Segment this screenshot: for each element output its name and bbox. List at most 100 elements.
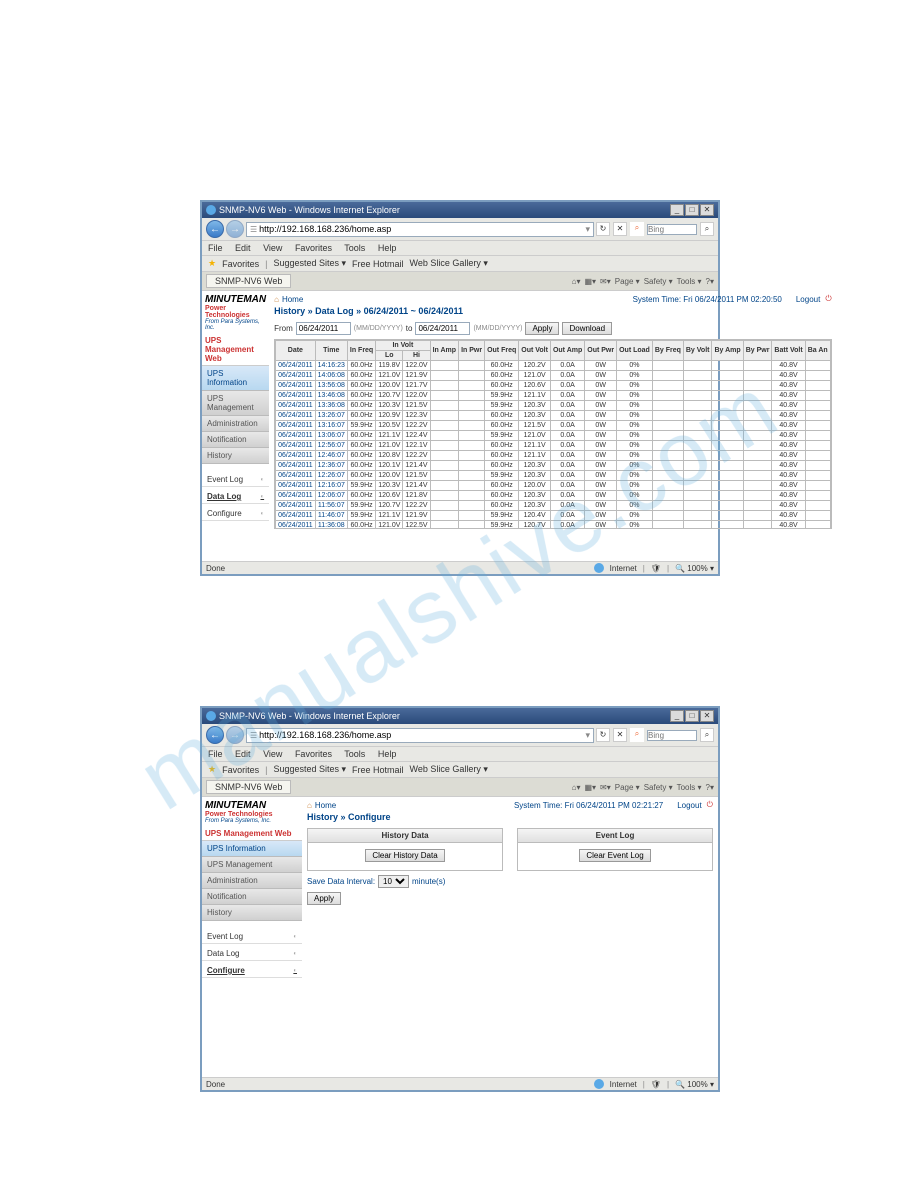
safety-menu[interactable]: Safety ▾ bbox=[644, 277, 673, 286]
nav-ups-information[interactable]: UPS Information bbox=[202, 841, 302, 857]
address-bar[interactable]: ☰ ▾ bbox=[246, 728, 594, 743]
stop-button[interactable]: ✕ bbox=[613, 728, 627, 742]
sidebar: MINUTEMAN Power Technologies From Para S… bbox=[202, 291, 269, 561]
subnav-configure[interactable]: Configure◐ bbox=[202, 504, 269, 521]
free-hotmail[interactable]: Free Hotmail bbox=[352, 765, 404, 775]
nav-ups-management[interactable]: UPS Management bbox=[202, 391, 269, 416]
nav-notification[interactable]: Notification bbox=[202, 889, 302, 905]
refresh-button[interactable]: ↻ bbox=[596, 222, 610, 236]
menu-favorites[interactable]: Favorites bbox=[295, 749, 332, 759]
help-tool-icon[interactable]: ?▾ bbox=[706, 783, 714, 792]
page-menu[interactable]: Page ▾ bbox=[615, 277, 640, 286]
search-icon[interactable]: ⌕ bbox=[630, 728, 644, 742]
subnav-data-log[interactable]: Data Log◐ bbox=[202, 487, 269, 504]
search-go[interactable]: ⌕ bbox=[700, 728, 714, 742]
apply-button[interactable]: Apply bbox=[525, 322, 559, 335]
home-tool-icon[interactable]: ⌂▾ bbox=[572, 277, 581, 286]
address-bar[interactable]: ☰ ▾ bbox=[246, 222, 594, 237]
zoom-label[interactable]: 🔍 100% ▾ bbox=[675, 1080, 714, 1089]
forward-button[interactable]: → bbox=[226, 220, 244, 238]
nav-history[interactable]: History bbox=[202, 905, 302, 921]
maximize-button[interactable]: □ bbox=[685, 204, 699, 216]
nav-history[interactable]: History bbox=[202, 448, 269, 464]
menu-edit[interactable]: Edit bbox=[235, 749, 251, 759]
nav-administration[interactable]: Administration bbox=[202, 416, 269, 432]
favorites-star-icon[interactable]: ★ bbox=[208, 764, 216, 775]
save-interval-label: Save Data Interval: bbox=[307, 877, 375, 886]
tools-menu[interactable]: Tools ▾ bbox=[677, 277, 702, 286]
subnav-data-log[interactable]: Data Log◐ bbox=[202, 944, 302, 961]
safety-menu[interactable]: Safety ▾ bbox=[644, 783, 673, 792]
nav-ups-management[interactable]: UPS Management bbox=[202, 857, 302, 873]
from-date-input[interactable] bbox=[296, 322, 351, 335]
zoom-label[interactable]: 🔍 100% ▾ bbox=[675, 564, 714, 573]
filter-bar: From (MM/DD/YYYY) to (MM/DD/YYYY) Apply … bbox=[274, 322, 832, 335]
close-button[interactable]: ✕ bbox=[700, 710, 714, 722]
menu-tools[interactable]: Tools bbox=[344, 749, 365, 759]
logout-link[interactable]: Logout bbox=[677, 801, 701, 810]
menu-view[interactable]: View bbox=[263, 243, 282, 253]
mail-tool-icon[interactable]: ✉▾ bbox=[600, 277, 611, 286]
menu-favorites[interactable]: Favorites bbox=[295, 243, 332, 253]
menu-file[interactable]: File bbox=[208, 243, 223, 253]
apply-button[interactable]: Apply bbox=[307, 892, 341, 905]
clear-history-button[interactable]: Clear History Data bbox=[365, 849, 444, 862]
to-date-input[interactable] bbox=[415, 322, 470, 335]
clear-event-button[interactable]: Clear Event Log bbox=[579, 849, 650, 862]
menu-view[interactable]: View bbox=[263, 749, 282, 759]
home-tool-icon[interactable]: ⌂▾ bbox=[572, 783, 581, 792]
data-table-wrap: Date Time In Freq In Volt In Amp In Pwr … bbox=[274, 339, 832, 529]
minimize-button[interactable]: _ bbox=[670, 710, 684, 722]
web-slice-gallery[interactable]: Web Slice Gallery ▾ bbox=[410, 764, 488, 775]
logout-link[interactable]: Logout bbox=[796, 295, 820, 304]
nav-ups-information[interactable]: UPS Information bbox=[202, 366, 269, 391]
search-input[interactable] bbox=[647, 224, 697, 235]
free-hotmail[interactable]: Free Hotmail bbox=[352, 259, 404, 269]
refresh-button[interactable]: ↻ bbox=[596, 728, 610, 742]
dropdown-icon[interactable]: ▾ bbox=[585, 730, 590, 741]
favorites-label[interactable]: Favorites bbox=[222, 259, 259, 269]
subnav-event-log[interactable]: Event Log◐ bbox=[202, 927, 302, 944]
maximize-button[interactable]: □ bbox=[685, 710, 699, 722]
help-tool-icon[interactable]: ?▾ bbox=[706, 277, 714, 286]
nav-notification[interactable]: Notification bbox=[202, 432, 269, 448]
feed-tool-icon[interactable]: ▦▾ bbox=[584, 277, 596, 286]
menu-help[interactable]: Help bbox=[378, 749, 397, 759]
back-button[interactable]: ← bbox=[206, 726, 224, 744]
url-input[interactable] bbox=[259, 224, 585, 234]
menu-edit[interactable]: Edit bbox=[235, 243, 251, 253]
favorites-label[interactable]: Favorites bbox=[222, 765, 259, 775]
download-button[interactable]: Download bbox=[562, 322, 612, 335]
tools-menu[interactable]: Tools ▾ bbox=[677, 783, 702, 792]
suggested-sites[interactable]: Suggested Sites ▾ bbox=[273, 258, 346, 269]
nav-administration[interactable]: Administration bbox=[202, 873, 302, 889]
statusbar: Done Internet | 🛡 | 🔍 100% ▾ bbox=[202, 561, 718, 574]
home-link[interactable]: Home bbox=[282, 295, 303, 304]
th-infreq: In Freq bbox=[347, 341, 375, 361]
url-input[interactable] bbox=[259, 730, 585, 740]
page-menu[interactable]: Page ▾ bbox=[615, 783, 640, 792]
web-slice-gallery[interactable]: Web Slice Gallery ▾ bbox=[410, 258, 488, 269]
close-button[interactable]: ✕ bbox=[700, 204, 714, 216]
subnav-event-log[interactable]: Event Log◐ bbox=[202, 470, 269, 487]
forward-button[interactable]: → bbox=[226, 726, 244, 744]
menu-tools[interactable]: Tools bbox=[344, 243, 365, 253]
search-input[interactable] bbox=[647, 730, 697, 741]
mail-tool-icon[interactable]: ✉▾ bbox=[600, 783, 611, 792]
feed-tool-icon[interactable]: ▦▾ bbox=[584, 783, 596, 792]
suggested-sites[interactable]: Suggested Sites ▾ bbox=[273, 764, 346, 775]
menu-help[interactable]: Help bbox=[378, 243, 397, 253]
search-icon[interactable]: ⌕ bbox=[630, 222, 644, 236]
minimize-button[interactable]: _ bbox=[670, 204, 684, 216]
favorites-star-icon[interactable]: ★ bbox=[208, 258, 216, 269]
home-link[interactable]: Home bbox=[315, 801, 336, 810]
menu-file[interactable]: File bbox=[208, 749, 223, 759]
browser-tab[interactable]: SNMP-NV6 Web bbox=[206, 780, 291, 794]
stop-button[interactable]: ✕ bbox=[613, 222, 627, 236]
subnav-configure[interactable]: Configure◐ bbox=[202, 961, 302, 978]
browser-tab[interactable]: SNMP-NV6 Web bbox=[206, 274, 291, 288]
dropdown-icon[interactable]: ▾ bbox=[585, 224, 590, 235]
interval-select[interactable]: 10 bbox=[378, 875, 409, 888]
back-button[interactable]: ← bbox=[206, 220, 224, 238]
search-go[interactable]: ⌕ bbox=[700, 222, 714, 236]
